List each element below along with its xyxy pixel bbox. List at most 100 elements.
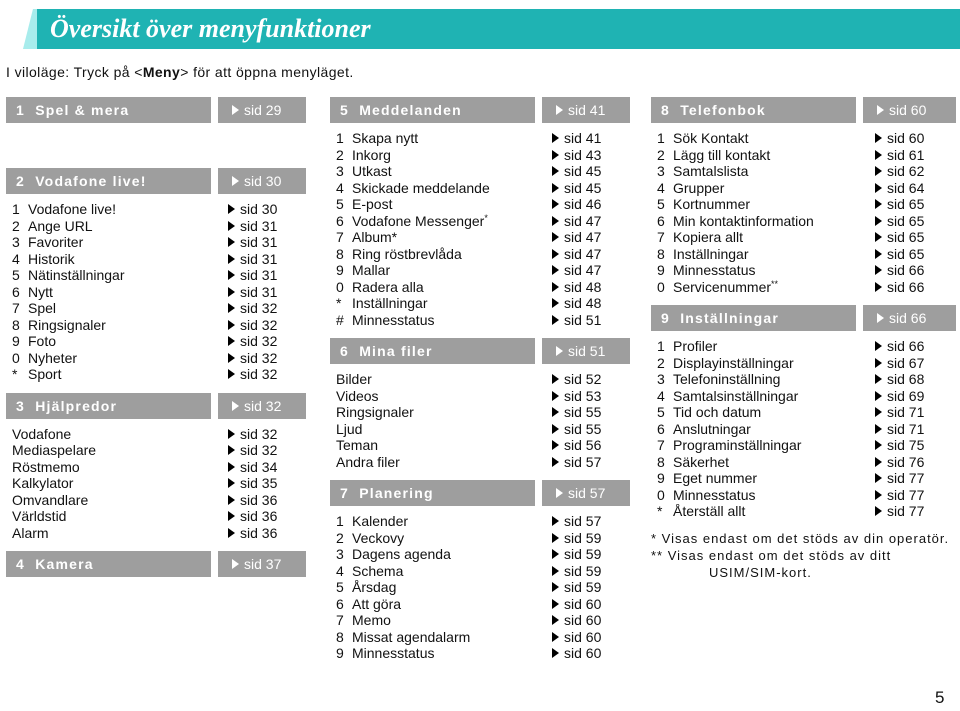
item-label-text: Minnesstatus [673,262,756,278]
item-page-ref: sid 77 [875,470,924,487]
section-page-ref: sid 32 [218,392,306,419]
item-label: Inställningar [352,295,428,312]
footnotes: * Visas endast om det stöds av din opera… [651,530,949,581]
item-label: Historik [28,251,75,268]
section-page: sid 66 [889,310,927,326]
section-page-ref: sid 66 [863,305,956,331]
arrow-right-icon [552,598,559,609]
item-number: 4 [336,179,344,196]
item-page: sid 36 [240,524,278,541]
item-label: Vodafone live! [28,201,116,218]
item-page-ref: sid 45 [552,163,601,180]
section-title: 9 Inställningar [651,305,856,331]
item-page: sid 47 [564,212,602,229]
item-page-ref: sid 47 [552,229,601,246]
menu-section-planering: 7 Planering sid 57 1 Kalender sid 57 2 Veckovy… [330,480,630,672]
item-page-ref: sid 59 [552,546,601,563]
item-label-text: Displayinställningar [673,354,794,371]
item-label-text: Radera alla [352,278,424,295]
section-title: 2 Vodafone live! [6,168,211,194]
arrow-right-icon [228,286,235,297]
page-title: Översikt över menyfunktioner [50,14,371,43]
item-page: sid 47 [564,229,602,245]
menu-item: Ljud sid 55 [330,421,630,438]
item-page: sid 55 [564,404,602,420]
arrow-right-icon [228,369,235,379]
item-label: Lägg till kontakt [673,147,770,164]
item-page-ref: sid 68 [875,371,924,388]
item-page: sid 36 [240,491,278,508]
item-label-text: Inkorg [352,146,391,163]
section-title: 1 Spel & mera [6,97,211,123]
arrow-right-icon [228,270,235,280]
item-number: 2 [657,354,665,371]
arrow-right-icon [228,237,235,247]
item-page-ref: sid 71 [875,421,924,438]
item-page-ref: sid 51 [552,312,601,329]
item-label-text: Röstmemo [12,458,80,475]
menu-item: Bilder sid 52 [330,371,630,388]
item-page-ref: sid 71 [875,404,924,421]
section-page: sid 57 [568,485,606,501]
item-number: 2 [657,146,665,163]
item-label: Schema [352,563,403,580]
section-number: 9 [661,310,670,326]
item-page: sid 60 [564,595,602,612]
menu-item: 1 Profiler sid 66 [651,338,956,355]
item-label-text: Alarm [12,524,49,541]
item-label-text: Foto [28,333,57,349]
section-header: 6 Mina filer sid 51 [330,338,630,364]
item-label-text: Vodafone live! [28,201,116,217]
item-page: sid 65 [887,229,925,245]
item-page-ref: sid 60 [552,645,601,662]
item-page: sid 67 [887,354,925,371]
item-page: sid 31 [240,217,278,234]
arrow-right-icon [556,105,563,115]
item-page: sid 66 [887,278,925,295]
section-header: 1 Spel & mera sid 29 [6,97,306,123]
section-name: Mina filer [359,343,433,359]
menu-section-kamera: 4 Kamera sid 37 [6,551,306,594]
item-page: sid 30 [240,201,278,217]
item-label-text: Minnesstatus [673,486,756,503]
menu-section-mina-filer: 6 Mina filer sid 51 Bilder sid 52 Videos sid … [330,338,630,480]
menu-item: Teman sid 56 [330,437,630,454]
menu-item: 0 Minnesstatus sid 77 [651,487,956,504]
arrow-right-icon [232,400,239,411]
item-number: 9 [336,262,344,278]
item-label: Alarm [12,525,49,542]
item-page: sid 77 [887,486,925,503]
item-label: Kalkylator [12,475,73,492]
section-page: sid 37 [244,556,282,572]
item-page: sid 31 [240,250,278,267]
item-number: 3 [657,163,665,179]
menu-item: Mediaspelare sid 32 [6,442,306,459]
item-label: Memo [352,612,391,629]
item-number: 4 [657,179,665,196]
item-page-ref: sid 32 [228,366,277,383]
menu-item: 3 Favoriter sid 31 [6,234,306,251]
item-page-ref: sid 32 [228,333,277,350]
item-label-text: Teman [336,437,379,453]
item-page-ref: sid 31 [228,234,277,251]
item-page-ref: sid 66 [875,262,924,279]
item-label-text: Skapa nytt [352,130,419,146]
item-label: Videos [336,388,379,405]
item-page-ref: sid 60 [552,612,601,629]
column-1: 1 Spel & mera sid 29 2 Vodafone live! sid 3… [6,97,306,594]
item-label-text: Mallar [352,262,391,278]
item-number: 8 [12,316,20,333]
item-page: sid 59 [564,579,602,595]
item-page: sid 32 [240,366,278,382]
menu-item: 2 Inkorg sid 43 [330,147,630,164]
arrow-right-icon [875,506,882,516]
item-page: sid 61 [887,146,925,163]
section-header: 5 Meddelanden sid 41 [330,97,630,123]
item-number: 5 [657,404,665,420]
item-label-text: Kalkylator [12,475,74,491]
item-number: 7 [336,612,344,628]
section-number: 1 [16,102,25,118]
item-label-text: Samtalslista [673,163,749,179]
item-number: 2 [12,217,20,234]
